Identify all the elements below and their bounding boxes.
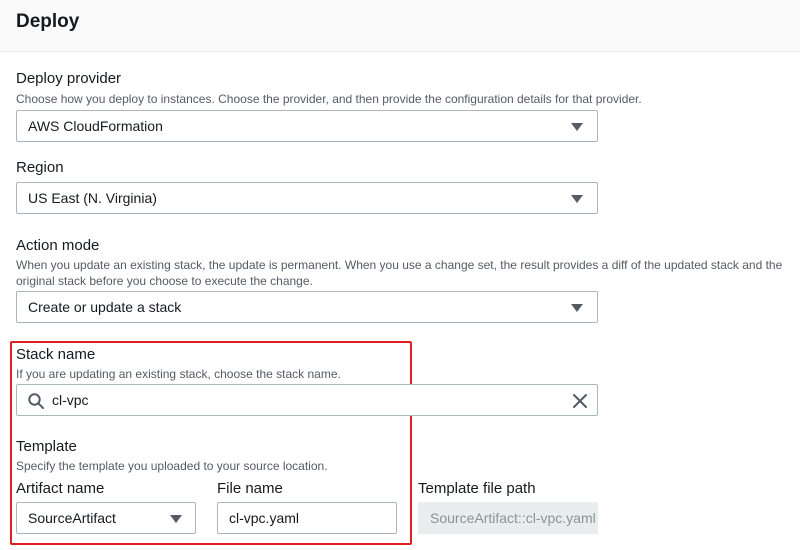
caret-down-icon xyxy=(170,515,182,523)
action-mode-description: When you update an existing stack, the u… xyxy=(16,258,783,288)
action-mode-label: Action mode xyxy=(16,237,100,254)
region-label: Region xyxy=(16,159,64,176)
template-file-path-value: SourceArtifact::cl-vpc.yaml xyxy=(430,510,596,526)
artifact-name-label: Artifact name xyxy=(16,480,105,497)
action-mode-value: Create or update a stack xyxy=(28,299,182,315)
search-icon xyxy=(28,393,44,409)
caret-down-icon xyxy=(571,195,583,203)
template-label: Template xyxy=(16,438,77,455)
template-description: Specify the template you uploaded to you… xyxy=(16,459,328,473)
file-name-value: cl-vpc.yaml xyxy=(229,510,300,526)
caret-down-icon xyxy=(571,123,583,131)
deploy-provider-description: Choose how you deploy to instances. Choo… xyxy=(16,92,642,106)
deploy-provider-label: Deploy provider xyxy=(16,70,122,87)
stack-name-input[interactable]: cl-vpc xyxy=(16,384,598,416)
template-file-path-input: SourceArtifact::cl-vpc.yaml xyxy=(418,502,598,534)
region-value: US East (N. Virginia) xyxy=(28,190,157,206)
region-select[interactable]: US East (N. Virginia) xyxy=(16,182,598,214)
file-name-label: File name xyxy=(217,480,283,497)
stack-name-value: cl-vpc xyxy=(52,392,89,408)
caret-down-icon xyxy=(571,304,583,312)
stack-name-description: If you are updating an existing stack, c… xyxy=(16,367,341,381)
artifact-name-value: SourceArtifact xyxy=(28,510,116,526)
section-header: Deploy xyxy=(0,0,800,52)
template-file-path-label: Template file path xyxy=(418,480,536,497)
artifact-name-select[interactable]: SourceArtifact xyxy=(16,502,196,534)
close-icon[interactable] xyxy=(572,393,588,409)
action-mode-select[interactable]: Create or update a stack xyxy=(16,291,598,323)
section-title: Deploy xyxy=(16,11,80,32)
stack-name-label: Stack name xyxy=(16,346,96,363)
deploy-provider-select[interactable]: AWS CloudFormation xyxy=(16,110,598,142)
file-name-input[interactable]: cl-vpc.yaml xyxy=(217,502,397,534)
deploy-provider-value: AWS CloudFormation xyxy=(28,118,163,134)
